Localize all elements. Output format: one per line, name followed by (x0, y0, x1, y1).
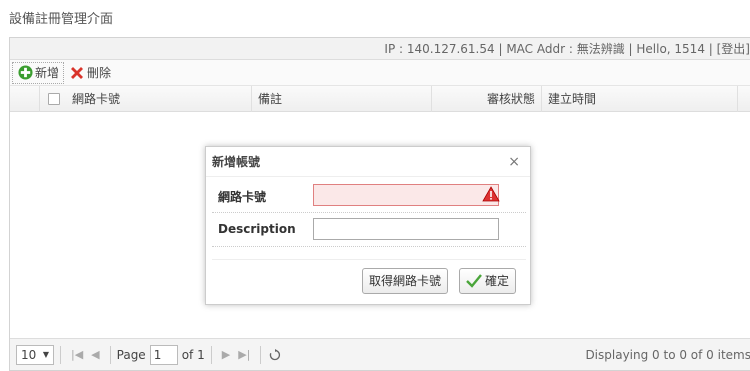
warning-icon (482, 186, 500, 202)
column-header-note[interactable]: 備註 (252, 86, 432, 112)
user-info-bar: IP : 140.127.61.54 | MAC Addr : 無法辨識 | H… (10, 38, 750, 60)
prev-page-icon[interactable]: ◀ (91, 348, 99, 361)
page-title: 設備註冊管理介面 (9, 12, 114, 27)
close-icon[interactable]: × (508, 147, 520, 177)
dialog-footer: 取得網路卡號 確定 (212, 259, 526, 299)
page-number-input[interactable]: 1 (149, 344, 178, 365)
column-header-status[interactable]: 審核狀態 (432, 86, 542, 112)
description-input[interactable] (313, 218, 499, 240)
add-label: 新增 (35, 66, 60, 80)
form-row-description: Description (212, 213, 526, 247)
checkmark-icon (466, 274, 482, 288)
confirm-button[interactable]: 確定 (459, 268, 517, 294)
pagination-status: Displaying 0 to 0 of 0 items (585, 347, 750, 362)
add-icon (17, 65, 33, 81)
mac-address-input[interactable] (313, 184, 499, 206)
dialog-title: 新增帳號 (212, 155, 261, 169)
dropdown-arrow-icon: ▼ (42, 350, 49, 359)
confirm-label: 確定 (485, 274, 510, 288)
divider (210, 345, 212, 364)
get-mac-address-button[interactable]: 取得網路卡號 (362, 268, 449, 294)
mac-field-label: 網路卡號 (218, 190, 267, 204)
page-count-label: of 1 (181, 347, 205, 362)
grid-header: 網路卡號 備註 審核狀態 建立時間 (10, 86, 750, 112)
pagination-bar: 10 ▼ |◀ ◀ Page 1 of 1 ▶ ▶| Displaying 0 … (10, 338, 750, 370)
divider (260, 345, 262, 364)
page-size-value: 10 (21, 347, 37, 362)
last-page-icon[interactable]: ▶| (238, 348, 250, 361)
divider (60, 345, 61, 364)
toolbar: 新增 刪除 (10, 60, 750, 86)
column-header-created[interactable]: 建立時間 (542, 86, 738, 112)
dialog-header: 新增帳號 × (206, 147, 530, 177)
refresh-icon[interactable] (269, 348, 281, 361)
column-header-mac[interactable]: 網路卡號 (66, 86, 252, 112)
add-button[interactable]: 新增 (12, 61, 65, 84)
delete-icon (69, 65, 85, 81)
form-row-mac: 網路卡號 (212, 179, 526, 213)
select-all-checkbox[interactable] (48, 93, 60, 105)
page-label: Page (116, 347, 146, 362)
next-page-icon[interactable]: ▶ (222, 348, 230, 361)
row-number-column (10, 86, 40, 112)
add-account-dialog: 新增帳號 × 網路卡號 Description 取得網路卡號 確定 (205, 146, 531, 305)
page-size-select[interactable]: 10 ▼ (16, 344, 54, 365)
get-mac-address-label: 取得網路卡號 (369, 274, 442, 288)
description-field-label: Description (218, 222, 296, 236)
divider (109, 345, 111, 364)
delete-button[interactable]: 刪除 (64, 62, 116, 84)
first-page-icon[interactable]: |◀ (71, 348, 83, 361)
delete-label: 刪除 (87, 66, 112, 80)
